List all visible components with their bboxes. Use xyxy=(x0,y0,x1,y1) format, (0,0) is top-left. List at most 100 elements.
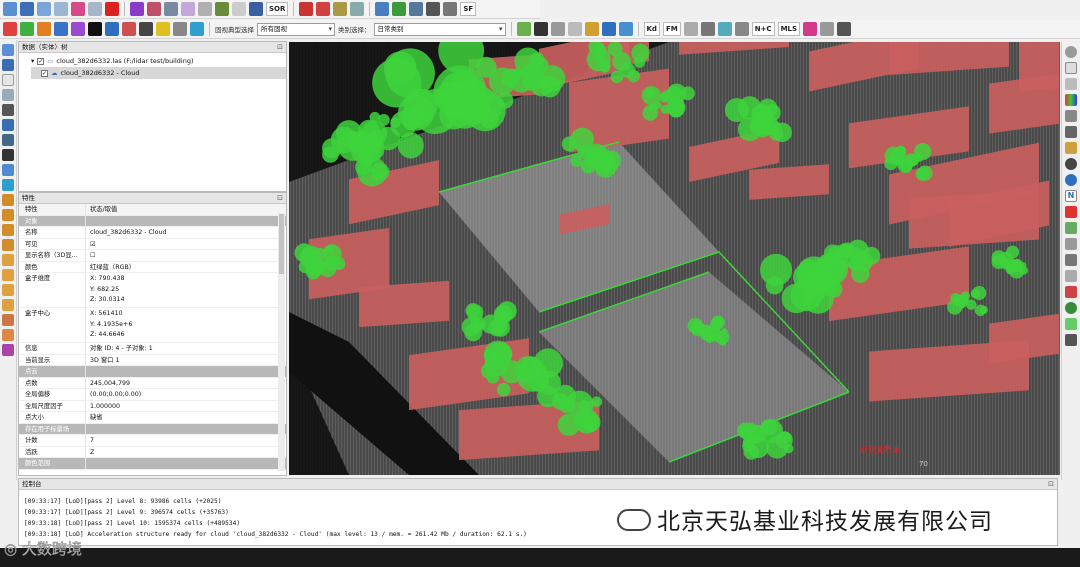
save-icon[interactable] xyxy=(20,2,34,16)
bar-chart-icon[interactable] xyxy=(122,22,136,36)
segment-icon[interactable] xyxy=(333,2,348,16)
align-icon[interactable] xyxy=(198,2,212,16)
rgb-icon[interactable] xyxy=(1065,94,1077,106)
bookmark-icon[interactable] xyxy=(350,2,365,16)
zoom-fit-icon[interactable] xyxy=(2,179,14,191)
viewport-icon[interactable] xyxy=(2,44,14,56)
north-icon[interactable]: N xyxy=(1065,190,1077,202)
iso2-view-icon[interactable] xyxy=(2,269,14,281)
delete-icon[interactable] xyxy=(105,2,119,16)
color-ramp-icon[interactable] xyxy=(190,22,204,36)
cross-section-icon[interactable] xyxy=(316,2,331,16)
slope-icon[interactable] xyxy=(139,22,153,36)
arch-icon[interactable] xyxy=(1065,334,1077,346)
color-class-icon[interactable] xyxy=(71,22,85,36)
zoom-icon[interactable] xyxy=(2,164,14,176)
property-row[interactable]: 信息 对象 ID: 4 - 子对象: 1 xyxy=(19,343,286,355)
property-row[interactable]: 当前显示 3D 窗口 1 xyxy=(19,354,286,366)
volume-icon[interactable] xyxy=(700,22,715,36)
level-icon[interactable] xyxy=(2,104,14,116)
property-row[interactable]: 盒子维度 X: 790.438 Y: 682.25 Z: 30.0314 xyxy=(19,273,286,308)
property-row[interactable]: 显示名称（3D显... ☐ xyxy=(19,250,286,262)
sf-button[interactable]: SF xyxy=(460,2,477,16)
property-row[interactable]: 点大小 缺省 xyxy=(19,412,286,424)
pin-icon[interactable]: ⊡ xyxy=(1048,479,1054,489)
point-pick-icon[interactable] xyxy=(550,22,565,36)
area-pick-icon[interactable] xyxy=(567,22,582,36)
iso4-view-icon[interactable] xyxy=(2,299,14,311)
tree-icon[interactable] xyxy=(1065,302,1077,314)
transform-icon[interactable] xyxy=(71,2,85,16)
bottom-view-icon[interactable] xyxy=(2,209,14,221)
color-normal-icon[interactable] xyxy=(37,22,51,36)
display-type-select[interactable]: 所有固视 xyxy=(257,22,335,36)
canupo-icon[interactable] xyxy=(803,22,818,36)
scalar-field-icon[interactable] xyxy=(409,2,424,16)
checker-icon[interactable] xyxy=(249,2,263,16)
shading-icon[interactable] xyxy=(88,22,102,36)
pick-icon[interactable] xyxy=(299,2,314,16)
earth-icon[interactable] xyxy=(1065,174,1077,186)
color-rgb-icon[interactable] xyxy=(3,22,17,36)
grid-map-icon[interactable] xyxy=(1065,222,1077,234)
center-icon[interactable] xyxy=(2,149,14,161)
top-view-icon[interactable] xyxy=(2,194,14,206)
mesh-icon[interactable] xyxy=(683,22,698,36)
normals-icon[interactable] xyxy=(147,2,161,16)
visibility-checkbox[interactable]: ✓ xyxy=(37,57,45,65)
classify-icon[interactable] xyxy=(1065,286,1077,298)
property-row[interactable]: 盒子中心 X: 561410 Y: 4.1935e+6 Z: 44.6646 xyxy=(19,308,286,343)
property-row[interactable]: 全局尺度因子 1.000000 xyxy=(19,400,286,412)
contour-icon[interactable] xyxy=(156,22,170,36)
compass-icon[interactable] xyxy=(1065,158,1077,170)
3d-viewport[interactable]: 云测量数据 70 xyxy=(289,42,1060,475)
facets-icon[interactable] xyxy=(837,22,852,36)
pivot-icon[interactable] xyxy=(2,89,14,101)
layers-icon[interactable] xyxy=(1065,78,1077,90)
vegetation-icon[interactable] xyxy=(1065,318,1077,330)
globe-icon[interactable] xyxy=(717,22,732,36)
grid-icon[interactable] xyxy=(173,22,187,36)
crosshair-icon[interactable] xyxy=(533,22,548,36)
class-select[interactable]: 日常类别 xyxy=(373,22,506,36)
camera-icon[interactable] xyxy=(2,59,14,71)
iso1-view-icon[interactable] xyxy=(2,254,14,266)
sf-arithmetic-icon[interactable] xyxy=(443,2,458,16)
box-icon[interactable] xyxy=(2,314,14,326)
open-icon[interactable] xyxy=(3,2,17,16)
right-view-icon[interactable] xyxy=(2,239,14,251)
color-height-icon[interactable] xyxy=(54,22,68,36)
kd-tree-button[interactable]: Kd xyxy=(643,22,660,36)
settings-icon[interactable] xyxy=(734,22,749,36)
brush-icon[interactable] xyxy=(1065,142,1077,154)
property-row[interactable]: 计数 7 xyxy=(19,435,286,447)
height-icon[interactable] xyxy=(1065,270,1077,282)
left-view-icon[interactable] xyxy=(2,224,14,236)
pin-icon[interactable]: ⊡ xyxy=(277,42,283,52)
property-row[interactable]: 活跃 Z xyxy=(19,446,286,458)
cube-icon[interactable] xyxy=(2,329,14,341)
iso3-view-icon[interactable] xyxy=(2,284,14,296)
plot-icon[interactable] xyxy=(392,2,407,16)
merge-icon[interactable] xyxy=(130,2,144,16)
register-icon[interactable] xyxy=(164,2,178,16)
no-entry-icon[interactable] xyxy=(1065,46,1077,58)
property-row[interactable]: 可见 ☑ xyxy=(19,238,286,250)
list-icon[interactable] xyxy=(54,2,68,16)
color-sf-icon[interactable] xyxy=(20,22,34,36)
ransac-icon[interactable] xyxy=(820,22,835,36)
histogram-icon[interactable] xyxy=(375,2,390,16)
light-icon[interactable] xyxy=(1065,126,1077,138)
property-row[interactable]: 全局偏移 (0.00;0.00;0.00) xyxy=(19,389,286,401)
distance-icon[interactable] xyxy=(181,2,195,16)
property-row[interactable]: 颜色 红绿蓝（RGB） xyxy=(19,261,286,273)
properties-scrollbar[interactable] xyxy=(278,213,285,471)
nc-button[interactable]: N+C xyxy=(751,22,775,36)
ruler-icon[interactable] xyxy=(232,2,246,16)
blank-icon[interactable] xyxy=(1065,62,1077,74)
visibility-checkbox[interactable]: ✓ xyxy=(41,69,48,77)
colorscale-icon[interactable] xyxy=(105,22,119,36)
label-icon[interactable] xyxy=(215,2,229,16)
pin-icon[interactable]: ⊡ xyxy=(277,193,283,203)
measure-icon[interactable] xyxy=(601,22,616,36)
